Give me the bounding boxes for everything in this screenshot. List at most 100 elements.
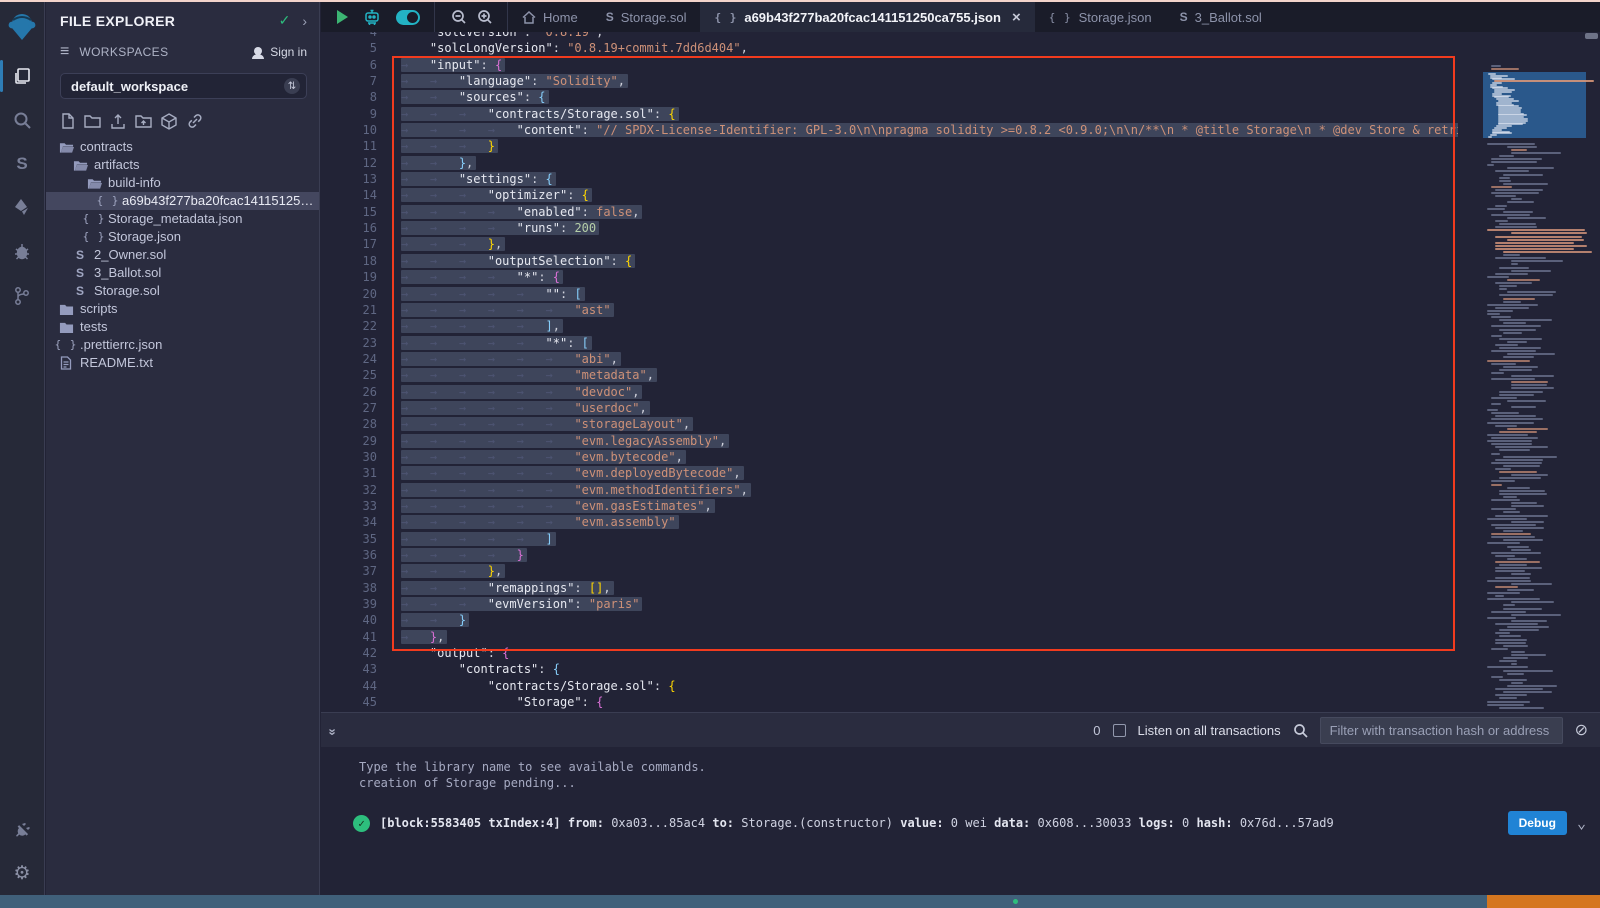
upload-file-icon[interactable] [110, 113, 126, 129]
transaction-filter-input[interactable] [1320, 717, 1563, 744]
sign-in-button[interactable]: Sign in [251, 45, 307, 59]
deploy-run-icon[interactable] [0, 186, 45, 230]
terminal-output: Type the library name to see available c… [321, 759, 1600, 835]
code-line-20[interactable]: 20→ → → → → "": [ [321, 286, 1458, 302]
code-line-25[interactable]: 25→ → → → → → "metadata", [321, 367, 1458, 383]
code-line-38[interactable]: 38→ → → "remappings": [], [321, 580, 1458, 596]
code-line-7[interactable]: 7→ → "language": "Solidity", [321, 73, 1458, 89]
tab-a69b43f277ba20fcac141151250ca755-json[interactable]: { }a69b43f277ba20fcac141151250ca755.json… [700, 2, 1034, 32]
ipfs-cube-icon[interactable] [161, 113, 177, 130]
code-line-23[interactable]: 23→ → → → → "*": [ [321, 335, 1458, 351]
code-line-26[interactable]: 26→ → → → → → "devdoc", [321, 384, 1458, 400]
tree-item-scripts[interactable]: scripts [46, 300, 319, 318]
line-number: 26 [321, 384, 377, 400]
ai-copilot-icon[interactable] [362, 8, 382, 27]
code-line-34[interactable]: 34→ → → → → → "evm.assembly" [321, 514, 1458, 530]
settings-gear-icon[interactable]: ⚙ [0, 851, 45, 895]
code-line-8[interactable]: 8→ → "sources": { [321, 89, 1458, 105]
code-line-42[interactable]: 42 "output": { [321, 645, 1458, 661]
code-line-10[interactable]: 10→ → → → "content": "// SPDX-License-Id… [321, 122, 1458, 138]
tab-home[interactable]: Home [508, 2, 592, 32]
tree-item-contracts[interactable]: contracts [46, 138, 319, 156]
debugger-icon[interactable] [0, 230, 45, 274]
tree-item-storage-sol[interactable]: SStorage.sol [46, 282, 319, 300]
run-script-button[interactable] [337, 10, 348, 24]
upload-folder-icon[interactable] [135, 113, 152, 129]
workspace-selector[interactable]: default_workspace ⇅ [60, 73, 307, 99]
code-line-39[interactable]: 39→ → → "evmVersion": "paris" [321, 596, 1458, 612]
tab-label: Storage.sol [621, 10, 687, 25]
code-line-17[interactable]: 17→ → → }, [321, 236, 1458, 252]
code-line-16[interactable]: 16→ → → → "runs": 200 [321, 220, 1458, 236]
terminal-collapse-icon[interactable]: » [326, 728, 341, 732]
code-line-33[interactable]: 33→ → → → → → "evm.gasEstimates", [321, 498, 1458, 514]
line-number: 28 [321, 416, 377, 432]
zoom-out-icon[interactable] [451, 9, 467, 25]
listen-all-checkbox[interactable] [1113, 724, 1126, 737]
git-icon[interactable] [0, 274, 45, 318]
code-line-28[interactable]: 28→ → → → → → "storageLayout", [321, 416, 1458, 432]
code-line-6[interactable]: 6→ "input": { [321, 57, 1458, 73]
scrollbar-thumb[interactable] [1585, 33, 1598, 39]
terminal-info-lines: Type the library name to see available c… [321, 759, 1600, 791]
code-line-14[interactable]: 14→ → → "optimizer": { [321, 187, 1458, 203]
code-line-9[interactable]: 9→ → → "contracts/Storage.sol": { [321, 106, 1458, 122]
code-line-11[interactable]: 11→ → → } [321, 138, 1458, 154]
code-line-12[interactable]: 12→ → }, [321, 155, 1458, 171]
code-line-40[interactable]: 40→ → } [321, 612, 1458, 628]
clear-console-icon[interactable]: ⊘ [1575, 720, 1588, 740]
file-explorer-icon[interactable] [0, 54, 45, 98]
code-line-13[interactable]: 13→ → "settings": { [321, 171, 1458, 187]
code-line-32[interactable]: 32→ → → → → → "evm.methodIdentifiers", [321, 482, 1458, 498]
code-line-18[interactable]: 18→ → → "outputSelection": { [321, 253, 1458, 269]
code-line-15[interactable]: 15→ → → → "enabled": false, [321, 204, 1458, 220]
code-line-36[interactable]: 36→ → → → } [321, 547, 1458, 563]
tree-item-build-info[interactable]: build-info [46, 174, 319, 192]
code-line-45[interactable]: 45 "Storage": { [321, 694, 1458, 710]
code-line-43[interactable]: 43 "contracts": { [321, 661, 1458, 677]
search-icon[interactable] [0, 98, 45, 142]
tree-item-a69b43f277ba20fcac141151250ca7-[interactable]: { }a69b43f277ba20fcac141151250ca7... [46, 192, 319, 210]
solidity-compiler-icon[interactable]: S [0, 142, 45, 186]
tx-expand-chevron-icon[interactable]: ⌄ [1577, 814, 1586, 832]
copilot-toggle[interactable] [396, 10, 420, 25]
line-number: 18 [321, 253, 377, 269]
code-line-21[interactable]: 21→ → → → → → "ast" [321, 302, 1458, 318]
close-tab-icon[interactable]: × [1012, 9, 1021, 26]
tab-storage-sol[interactable]: SStorage.sol [592, 2, 701, 32]
panel-collapse-icon[interactable]: › [302, 13, 307, 29]
tree-item-2-owner-sol[interactable]: S2_Owner.sol [46, 246, 319, 264]
code-line-41[interactable]: 41→ }, [321, 629, 1458, 645]
code-line-19[interactable]: 19→ → → → "*": { [321, 269, 1458, 285]
code-line-4[interactable]: 4 "solcVersion": "0.8.19", [321, 32, 1458, 40]
new-folder-icon[interactable] [84, 113, 101, 129]
workspace-menu-icon[interactable]: ≡ [60, 43, 69, 61]
code-line-29[interactable]: 29→ → → → → → "evm.legacyAssembly", [321, 433, 1458, 449]
tree-item-readme-txt[interactable]: README.txt [46, 354, 319, 372]
plugin-manager-icon[interactable] [0, 807, 45, 851]
tree-item-tests[interactable]: tests [46, 318, 319, 336]
tree-item-storage-metadata-json[interactable]: { }Storage_metadata.json [46, 210, 319, 228]
code-editor[interactable]: 4 "solcVersion": "0.8.19",5 "solcLongVer… [321, 32, 1600, 712]
code-line-30[interactable]: 30→ → → → → → "evm.bytecode", [321, 449, 1458, 465]
tree-item-3-ballot-sol[interactable]: S3_Ballot.sol [46, 264, 319, 282]
code-line-37[interactable]: 37→ → → }, [321, 563, 1458, 579]
remix-logo-icon[interactable] [0, 2, 45, 54]
debug-button[interactable]: Debug [1508, 811, 1567, 835]
tree-item-artifacts[interactable]: artifacts [46, 156, 319, 174]
minimap[interactable] [1483, 32, 1600, 712]
gist-link-icon[interactable] [186, 113, 204, 129]
code-line-24[interactable]: 24→ → → → → → "abi", [321, 351, 1458, 367]
tree-item--prettierrc-json[interactable]: { }.prettierrc.json [46, 336, 319, 354]
tab-3-ballot-sol[interactable]: S3_Ballot.sol [1166, 2, 1276, 32]
tab-storage-json[interactable]: { }Storage.json [1035, 2, 1166, 32]
zoom-in-icon[interactable] [477, 9, 493, 25]
tree-item-storage-json[interactable]: { }Storage.json [46, 228, 319, 246]
code-line-44[interactable]: 44 "contracts/Storage.sol": { [321, 678, 1458, 694]
code-line-5[interactable]: 5 "solcLongVersion": "0.8.19+commit.7dd6… [321, 40, 1458, 56]
code-line-27[interactable]: 27→ → → → → → "userdoc", [321, 400, 1458, 416]
code-line-31[interactable]: 31→ → → → → → "evm.deployedBytecode", [321, 465, 1458, 481]
code-line-22[interactable]: 22→ → → → → ], [321, 318, 1458, 334]
new-file-icon[interactable] [60, 113, 75, 129]
code-line-35[interactable]: 35→ → → → → ] [321, 531, 1458, 547]
